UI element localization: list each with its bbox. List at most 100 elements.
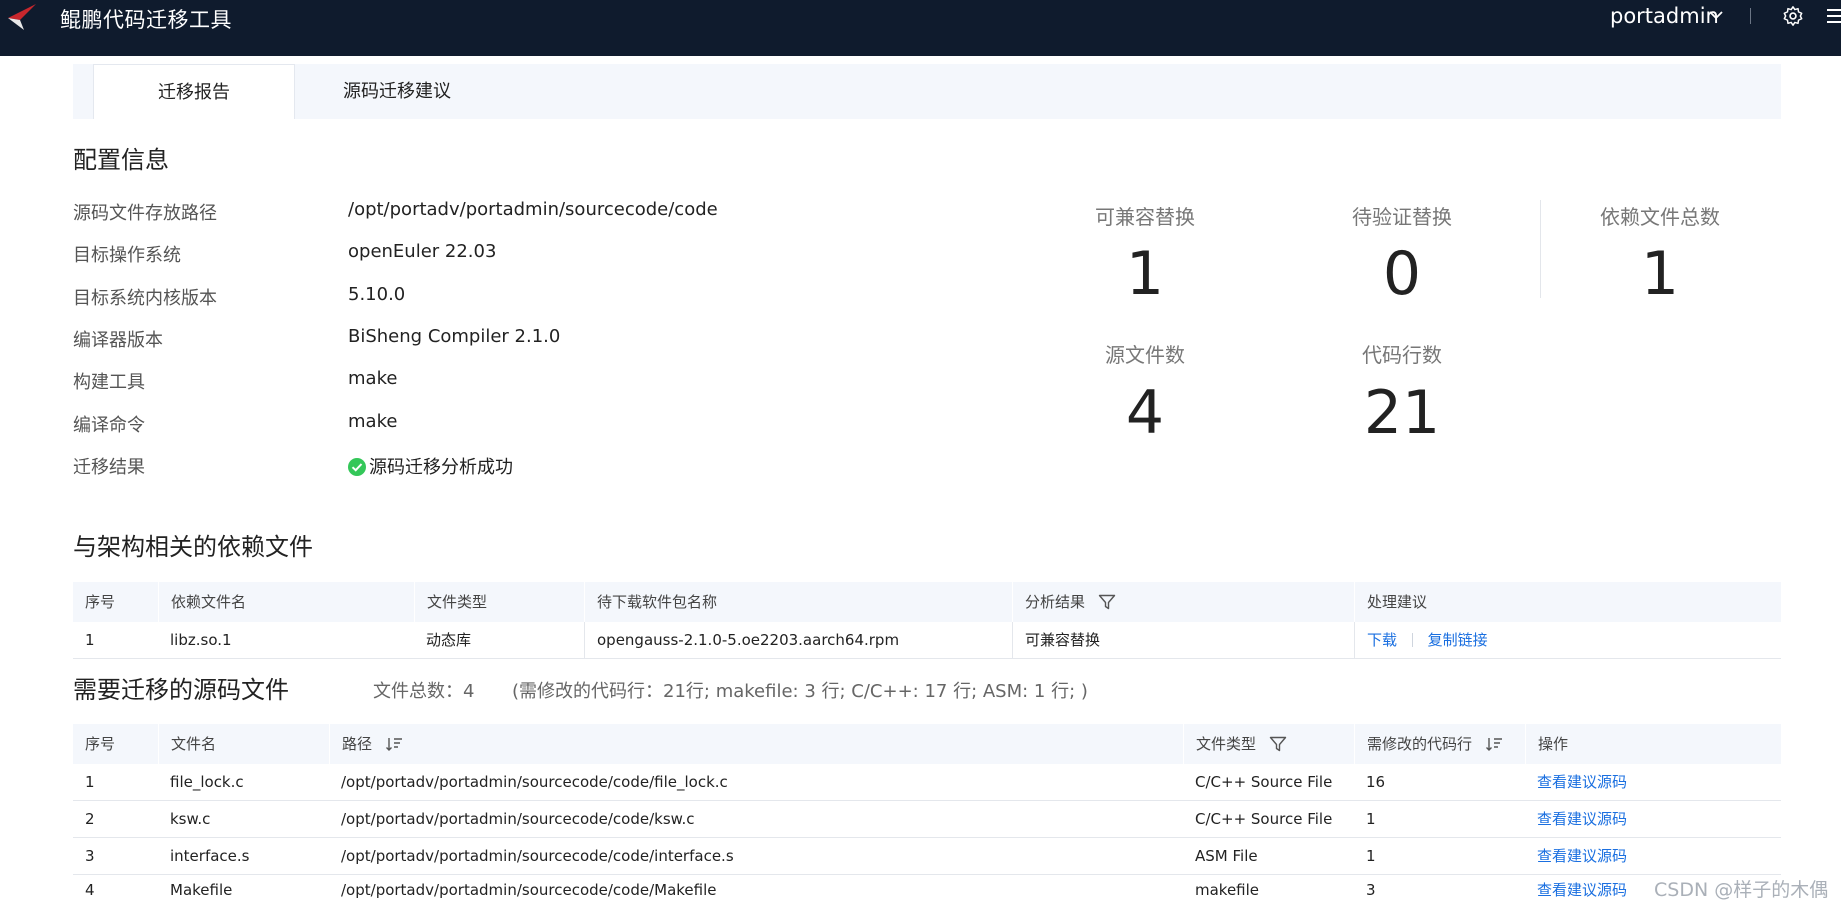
sort-icon[interactable] — [1485, 736, 1503, 752]
tab-migration-report[interactable]: 迁移报告 — [93, 64, 295, 119]
table-row: 2 ksw.c /opt/portadv/portadmin/sourcecod… — [73, 801, 1781, 838]
cell-lines: 1 — [1366, 810, 1376, 828]
kunpeng-logo[interactable] — [6, 2, 38, 32]
cell-file-type: ASM File — [1195, 847, 1258, 865]
stat-divider — [1540, 200, 1541, 298]
view-suggested-source-link[interactable]: 查看建议源码 — [1525, 764, 1627, 800]
compile-command-value: make — [348, 411, 398, 432]
filter-icon[interactable] — [1269, 736, 1287, 752]
column-header-filterable: 分析结果 — [1012, 582, 1354, 622]
config-title: 配置信息 — [73, 146, 169, 174]
cell-actions: 下载 复制链接 — [1354, 622, 1781, 658]
cell-dep-type: 动态库 — [426, 631, 472, 649]
stat-pending-value: 0 — [1382, 239, 1422, 309]
action-divider — [1411, 633, 1413, 647]
column-header-sortable: 路径 — [329, 724, 1183, 764]
deps-table: 序号 依赖文件名 文件类型 待下载软件包名称 分析结果 处理建议 1 libz.… — [73, 582, 1781, 659]
download-link[interactable]: 下载 — [1367, 631, 1397, 649]
top-bar: 鲲鹏代码迁移工具 portadmin — [0, 0, 1841, 56]
stat-label: 代码行数 — [1362, 343, 1442, 367]
cell-no: 2 — [85, 810, 95, 828]
filter-icon[interactable] — [1098, 594, 1116, 610]
cell-path: /opt/portadv/portadmin/sourcecode/code/i… — [341, 847, 734, 865]
watermark: CSDN @样子的木偶 — [1654, 879, 1829, 901]
cell-lines: 16 — [1366, 773, 1386, 791]
column-header: 文件类型 — [414, 582, 584, 622]
header-divider — [1750, 8, 1751, 24]
table-row: 4 Makefile /opt/portadv/portadmin/source… — [73, 875, 1781, 905]
sources-table-header: 序号 文件名 路径 文件类型 需修改的代码行 操作 — [73, 724, 1781, 764]
view-suggested-source-link[interactable]: 查看建议源码 — [1525, 875, 1627, 905]
config-label: 源码文件存放路径 — [73, 203, 217, 224]
cell-path: /opt/portadv/portadmin/sourcecode/code/k… — [341, 810, 695, 828]
column-header: 序号 — [85, 735, 116, 753]
target-os-value: openEuler 22.03 — [348, 241, 497, 262]
column-header-sortable: 需修改的代码行 — [1354, 724, 1525, 764]
cell-file-type: C/C++ Source File — [1195, 773, 1333, 791]
compiler-version-value: BiSheng Compiler 2.1.0 — [348, 326, 561, 347]
view-suggested-source-link[interactable]: 查看建议源码 — [1525, 838, 1627, 874]
column-header-filterable: 文件类型 — [1183, 724, 1354, 764]
cell-file-type: C/C++ Source File — [1195, 810, 1333, 828]
deps-table-header: 序号 依赖文件名 文件类型 待下载软件包名称 分析结果 处理建议 — [73, 582, 1781, 622]
stat-code-lines-value: 21 — [1363, 378, 1441, 448]
chevron-down-icon[interactable] — [1709, 10, 1723, 20]
build-tool-value: make — [348, 368, 398, 389]
gear-icon[interactable] — [1782, 5, 1804, 27]
column-header: 分析结果 — [1025, 593, 1086, 611]
menu-icon[interactable] — [1824, 6, 1841, 26]
cell-file-type: makefile — [1195, 881, 1260, 899]
stat-label: 依赖文件总数 — [1600, 205, 1720, 229]
cell-no: 1 — [85, 773, 95, 791]
stat-source-files-value: 4 — [1125, 378, 1165, 448]
tab-bar: 迁移报告 源码迁移建议 — [73, 64, 1781, 119]
sort-icon[interactable] — [385, 736, 403, 752]
cell-lines: 3 — [1366, 881, 1376, 899]
column-header: 路径 — [342, 735, 373, 753]
copy-link[interactable]: 复制链接 — [1428, 631, 1488, 649]
migration-result-text: 源码迁移分析成功 — [369, 457, 513, 478]
config-label: 目标系统内核版本 — [73, 288, 217, 309]
cell-no: 3 — [85, 847, 95, 865]
cell-lines: 1 — [1366, 847, 1376, 865]
cell-path: /opt/portadv/portadmin/sourcecode/code/f… — [341, 773, 728, 791]
cell-package: opengauss-2.1.0-5.oe2203.aarch64.rpm — [584, 622, 1012, 658]
cell-dep-name: libz.so.1 — [170, 631, 232, 649]
cell-file-name: Makefile — [170, 881, 233, 899]
cell-file-name: file_lock.c — [170, 773, 244, 791]
column-header: 文件名 — [158, 724, 329, 764]
kernel-version-value: 5.10.0 — [348, 284, 406, 305]
stat-compatible-value: 1 — [1125, 239, 1165, 309]
cell-file-name: interface.s — [170, 847, 250, 865]
stat-label: 待验证替换 — [1352, 205, 1452, 229]
file-total: 文件总数：4 — [373, 681, 475, 702]
app-title: 鲲鹏代码迁移工具 — [60, 8, 232, 32]
success-check-icon — [348, 458, 366, 476]
stat-label: 可兼容替换 — [1095, 205, 1195, 229]
sources-title: 需要迁移的源码文件 — [73, 676, 289, 704]
tab-source-migration-advice[interactable]: 源码迁移建议 — [343, 64, 451, 119]
config-label: 构建工具 — [73, 372, 145, 393]
column-header: 文件类型 — [1196, 735, 1257, 753]
config-label: 迁移结果 — [73, 457, 145, 478]
column-header: 依赖文件名 — [158, 582, 414, 622]
config-label: 编译命令 — [73, 415, 145, 436]
config-label: 编译器版本 — [73, 330, 163, 351]
deps-title: 与架构相关的依赖文件 — [73, 533, 313, 561]
user-menu[interactable]: portadmin — [1610, 4, 1719, 28]
cell-no: 4 — [85, 881, 95, 899]
view-suggested-source-link[interactable]: 查看建议源码 — [1525, 801, 1627, 837]
cell-result: 可兼容替换 — [1012, 622, 1354, 658]
column-header: 需修改的代码行 — [1367, 735, 1473, 753]
migration-result: 源码迁移分析成功 — [348, 453, 513, 479]
lines-summary: (需修改的代码行：21行; makefile: 3 行; C/C++: 17 行… — [512, 681, 1088, 702]
column-header: 待下载软件包名称 — [584, 582, 1012, 622]
sources-table: 序号 文件名 路径 文件类型 需修改的代码行 操作 1 file_lock.c — [73, 724, 1781, 905]
stat-label: 源文件数 — [1105, 343, 1185, 367]
stat-deps-total-value: 1 — [1640, 239, 1680, 309]
table-row: 3 interface.s /opt/portadv/portadmin/sou… — [73, 838, 1781, 875]
column-header: 处理建议 — [1354, 582, 1781, 622]
column-header: 序号 — [85, 593, 116, 611]
column-header: 操作 — [1525, 724, 1781, 764]
table-row: 1 libz.so.1 动态库 opengauss-2.1.0-5.oe2203… — [73, 622, 1781, 659]
